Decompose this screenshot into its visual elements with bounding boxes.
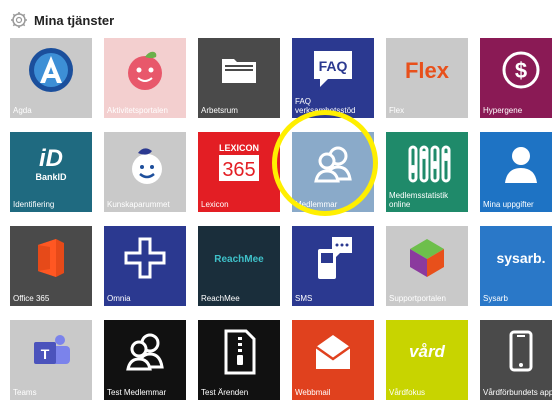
tile-label: Aktivitetsportalen	[107, 106, 168, 115]
omnia-cross-icon	[104, 232, 186, 284]
tile-vardfokus[interactable]: vård Vårdfokus	[386, 320, 468, 400]
tile-label: Vårdfokus	[389, 388, 426, 397]
tile-label: Agda	[13, 106, 32, 115]
zip-document-icon	[198, 326, 280, 378]
tile-label: Kunskaparummet	[107, 200, 170, 209]
vard-logo-icon: vård	[386, 326, 468, 378]
svg-text:$: $	[515, 58, 527, 83]
agda-logo-icon	[10, 44, 92, 96]
tile-flex[interactable]: Flex Flex	[386, 38, 468, 118]
tile-label: Lexicon	[201, 200, 229, 209]
tile-vardforbundets-app[interactable]: Vårdförbundets app	[480, 320, 552, 400]
tile-label: ReachMee	[201, 294, 240, 303]
tile-arbetsrum[interactable]: Arbetsrum	[198, 38, 280, 118]
svg-text:FAQ: FAQ	[319, 58, 348, 74]
services-header: Mina tjänster	[10, 10, 114, 30]
tile-label: SMS	[295, 294, 313, 303]
bankid-icon: iD BankID	[10, 138, 92, 190]
members-outline-icon	[104, 326, 186, 378]
tile-label: Webbmail	[295, 388, 331, 397]
mobile-icon	[480, 326, 552, 378]
faq-bubble-icon: FAQ	[292, 44, 374, 96]
sysarb-logo-icon: sysarb.	[480, 232, 552, 284]
flex-logo-icon: Flex	[386, 44, 468, 96]
svg-text:vård: vård	[409, 342, 446, 361]
svg-text:T: T	[41, 346, 50, 362]
apple-face-icon	[104, 44, 186, 96]
tile-label: FAQ verksamhetsstöd	[295, 97, 356, 115]
svg-text:BankID: BankID	[35, 172, 67, 182]
tile-label: Medlemmar	[295, 200, 338, 209]
svg-text:Flex: Flex	[405, 58, 450, 83]
tile-hypergene[interactable]: $ Hypergene	[480, 38, 552, 118]
svg-text:LEXICON: LEXICON	[219, 143, 259, 153]
tile-reachmee[interactable]: ReachMee ReachMee	[198, 226, 280, 306]
tile-mina-uppgifter[interactable]: Mina uppgifter	[480, 132, 552, 212]
sms-phone-icon	[292, 232, 374, 284]
tile-kunskaparummet[interactable]: Kunskaparummet	[104, 132, 186, 212]
reachmee-logo-icon: ReachMee	[198, 232, 280, 284]
tile-label: Mina uppgifter	[483, 200, 534, 209]
tile-label: Test Ärenden	[201, 388, 249, 397]
tile-test-arenden[interactable]: Test Ärenden	[198, 320, 280, 400]
tile-sms[interactable]: SMS	[292, 226, 374, 306]
members-icon	[292, 138, 374, 190]
svg-text:sysarb.: sysarb.	[496, 250, 545, 266]
tile-sysarb[interactable]: sysarb. Sysarb	[480, 226, 552, 306]
tile-faq[interactable]: FAQ FAQ verksamhetsstöd	[292, 38, 374, 118]
dollar-circle-icon: $	[480, 44, 552, 96]
tile-medlemsstatistik[interactable]: Medlemsstatistik online	[386, 132, 468, 212]
tile-supportportalen[interactable]: Supportportalen	[386, 226, 468, 306]
sliders-icon	[386, 138, 468, 190]
tile-office-365[interactable]: Office 365	[10, 226, 92, 306]
tile-label: Sysarb	[483, 294, 508, 303]
tile-label: Test Medlemmar	[107, 388, 167, 397]
kunskap-face-icon	[104, 138, 186, 190]
tile-webbmail[interactable]: Webbmail	[292, 320, 374, 400]
teams-icon: T	[10, 326, 92, 378]
tile-test-medlemmar[interactable]: Test Medlemmar	[104, 320, 186, 400]
tile-label: Flex	[389, 106, 405, 115]
tile-lexicon[interactable]: LEXICON 365 Lexicon	[198, 132, 280, 212]
person-icon	[480, 138, 552, 190]
folder-icon	[198, 44, 280, 96]
svg-text:ReachMee: ReachMee	[214, 254, 264, 265]
tile-label: Hypergene	[483, 106, 523, 115]
tile-label: Supportportalen	[389, 294, 446, 303]
tile-label: Office 365	[13, 294, 50, 303]
tile-aktivitetsportalen[interactable]: Aktivitetsportalen	[104, 38, 186, 118]
tile-label: Identifiering	[13, 200, 55, 209]
office-icon	[10, 232, 92, 284]
lexicon-365-icon: LEXICON 365	[198, 138, 280, 190]
tile-label: Medlemsstatistik online	[389, 191, 449, 209]
svg-text:iD: iD	[39, 145, 63, 172]
tile-label: Arbetsrum	[201, 106, 238, 115]
tile-agda[interactable]: Agda	[10, 38, 92, 118]
tile-label: Teams	[13, 388, 37, 397]
mail-icon	[292, 326, 374, 378]
svg-text:365: 365	[222, 159, 255, 181]
tile-label: Omnia	[107, 294, 131, 303]
page-title: Mina tjänster	[34, 12, 115, 28]
gear-icon	[10, 11, 28, 29]
tile-medlemmar[interactable]: Medlemmar	[292, 132, 374, 212]
tile-teams[interactable]: T Teams	[10, 320, 92, 400]
tile-omnia[interactable]: Omnia	[104, 226, 186, 306]
tile-label: Vårdförbundets app	[483, 388, 552, 397]
cube-icon	[386, 232, 468, 284]
tile-identifiering[interactable]: iD BankID Identifiering	[10, 132, 92, 212]
